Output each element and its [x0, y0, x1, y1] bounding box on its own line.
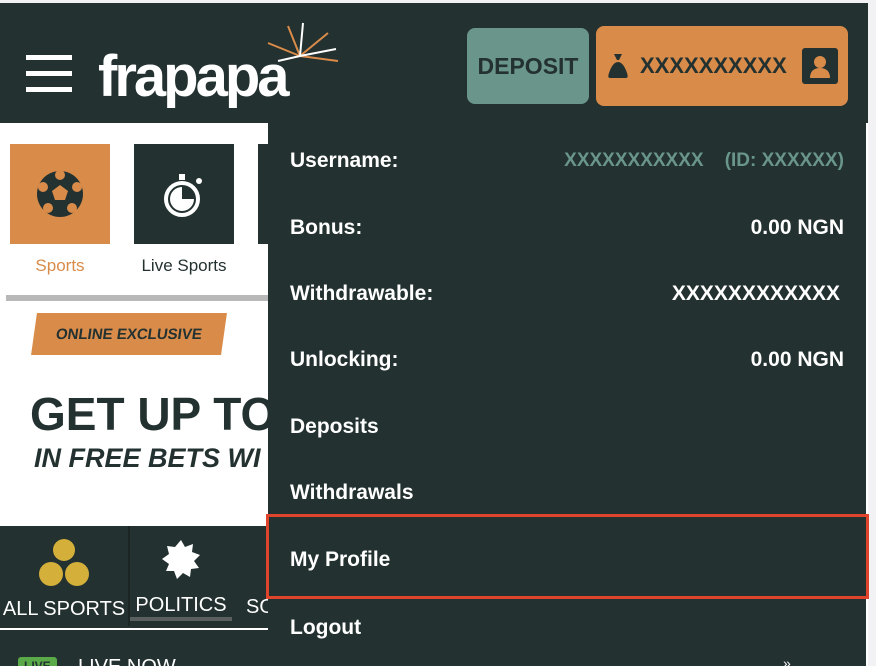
user-avatar-icon	[802, 48, 838, 84]
withdrawable-label: Withdrawable:	[290, 282, 434, 305]
category-label: POLITICS	[130, 594, 232, 621]
balance: XXXXXXXXXX	[640, 53, 787, 78]
unlocking-value: 0.00 NGN	[750, 348, 844, 371]
unlocking-label: Unlocking:	[290, 348, 399, 371]
deposit-button[interactable]: DEPOSIT	[467, 28, 589, 104]
username-label: Username:	[290, 149, 399, 172]
menu-item-label: Logout	[290, 616, 362, 639]
live-now-row[interactable]: LIVE LIVE NOW	[0, 630, 268, 666]
menu-item-withdrawals[interactable]: Withdrawals	[290, 473, 844, 513]
withdrawable-value: XXXXXXXXXXXX	[671, 282, 840, 305]
menu-item-label: Deposits	[290, 415, 379, 438]
menu-item-logout[interactable]: Logout	[290, 608, 844, 648]
online-exclusive-badge: ONLINE EXCLUSIVE	[31, 313, 227, 355]
tile-label-live-sports: Live Sports	[141, 256, 227, 275]
logo[interactable]: frapapa	[98, 21, 343, 111]
tile-label-sports: Sports	[35, 256, 85, 275]
header: frapapa DEPOSIT XXXXXXXXXX	[0, 3, 868, 123]
money-bag-icon	[608, 54, 628, 78]
fireworks-icon	[267, 22, 339, 62]
soccer-ball-icon	[37, 170, 83, 217]
banner-subline: IN FREE BETS WI	[34, 443, 261, 473]
live-now-label: LIVE NOW	[78, 656, 176, 666]
stopwatch-icon	[164, 174, 202, 217]
tile-sports[interactable]	[10, 144, 110, 244]
sports-tiles: Sports Live Sports	[0, 123, 268, 303]
all-sports-icon	[39, 539, 89, 586]
more-chevron-icon[interactable]: »	[783, 655, 791, 666]
category-politics[interactable]: POLITICS	[130, 526, 232, 626]
politics-badge-icon	[162, 540, 200, 579]
tile-live-sports[interactable]	[134, 144, 234, 244]
tiles-scrollbar[interactable]	[6, 295, 268, 301]
category-bar: ALL SPORTS POLITICS SO	[0, 526, 275, 628]
live-badge: LIVE	[18, 657, 57, 666]
promo-banner[interactable]: ONLINE EXCLUSIVE GET UP TO IN FREE BETS …	[0, 305, 276, 525]
menu-item-label: Withdrawals	[290, 481, 414, 504]
account-button[interactable]: XXXXXXXXXX	[596, 26, 848, 106]
bonus-row: Bonus: 0.00 NGN	[290, 208, 844, 248]
unlocking-row: Unlocking: 0.00 NGN	[290, 340, 844, 380]
user-id: (ID: XXXXXX)	[724, 150, 844, 171]
bonus-value: 0.00 NGN	[750, 216, 844, 239]
banner-headline: GET UP TO	[30, 388, 277, 440]
bonus-label: Bonus:	[290, 216, 363, 239]
username-row: Username: XXXXXXXXXXX (ID: XXXXXX)	[290, 141, 844, 181]
username-value: XXXXXXXXXXX	[564, 150, 704, 171]
category-all-sports[interactable]: ALL SPORTS	[0, 526, 128, 626]
highlight-box	[266, 514, 869, 599]
hamburger-menu-icon[interactable]	[26, 55, 72, 93]
tile-partial[interactable]	[258, 144, 268, 244]
menu-item-deposits[interactable]: Deposits	[290, 407, 844, 447]
category-label: ALL SPORTS	[2, 598, 126, 620]
withdrawable-row: Withdrawable: XXXXXXXXXXXX	[290, 274, 844, 314]
